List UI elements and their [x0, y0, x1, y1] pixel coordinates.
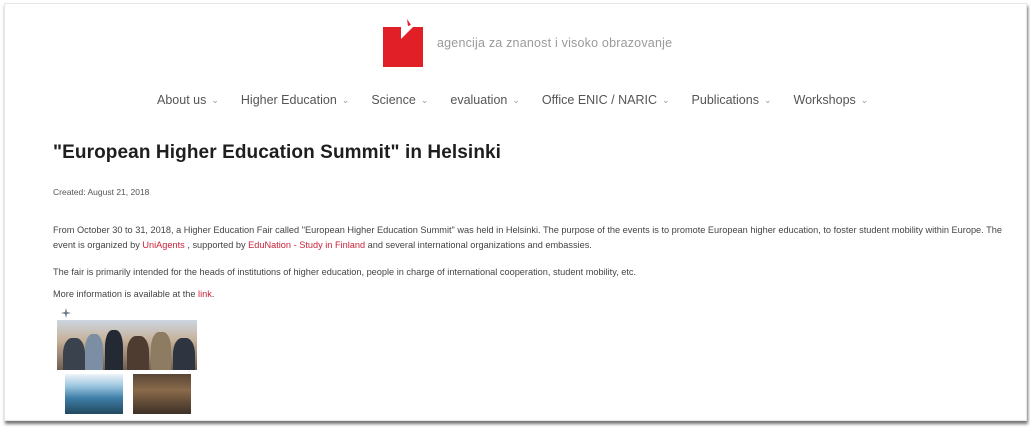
chevron-down-icon: ⌄ [211, 94, 219, 105]
nav-item-label: Workshops [793, 93, 856, 107]
nav-item-higher-education[interactable]: Higher Education ⌄ [241, 93, 349, 107]
paragraph-text: , supported by [184, 240, 249, 250]
nav-item-label: Publications [691, 93, 759, 107]
chevron-down-icon: ⌄ [512, 94, 520, 105]
person-shape [85, 334, 103, 370]
brand-name[interactable]: agencija za znanost i visoko obrazovanje [437, 36, 672, 50]
nav-item-office-enic-naric[interactable]: Office ENIC / NARIC ⌄ [542, 93, 670, 107]
agency-logo-icon[interactable] [383, 19, 423, 67]
paragraph-text: More information is available at the [53, 289, 199, 299]
event-logo-icon [61, 308, 71, 318]
chevron-down-icon: ⌄ [860, 94, 869, 105]
nav-item-label: About us [157, 93, 207, 107]
nav-item-label: Office ENIC / NARIC [541, 93, 657, 107]
more-info-link[interactable]: link [198, 289, 212, 299]
chevron-down-icon: ⌄ [420, 94, 429, 105]
chevron-down-icon: ⌄ [662, 94, 670, 105]
chevron-down-icon: ⌄ [763, 94, 772, 105]
chevron-down-icon: ⌄ [341, 94, 350, 105]
nav-item-publications[interactable]: Publications ⌄ [692, 93, 772, 107]
article-paragraph-1: From October 30 to 31, 2018, a Higher Ed… [53, 223, 1013, 253]
person-shape [127, 336, 149, 370]
person-shape [151, 332, 171, 370]
nav-item-about-us[interactable]: About us ⌄ [157, 93, 219, 107]
nav-item-label: evaluation [450, 93, 508, 107]
person-shape [105, 330, 123, 370]
uniagents-link[interactable]: UniAgents [142, 240, 184, 250]
nav-item-label: Science [371, 93, 416, 107]
event-photo[interactable] [57, 320, 197, 370]
event-thumbnail-1[interactable] [65, 374, 123, 414]
page-title: "European Higher Education Summit" in He… [53, 142, 502, 163]
event-thumbnail-2[interactable] [133, 374, 191, 414]
edunation-link[interactable]: EduNation - Study in Finland [248, 240, 365, 250]
main-nav: About us ⌄ Higher Education ⌄ Science ⌄ … [157, 93, 890, 107]
article-paragraph-2: The fair is primarily intended for the h… [53, 267, 637, 277]
nav-item-evaluation[interactable]: evaluation ⌄ [450, 93, 520, 107]
site-header: agencija za znanost i visoko obrazovanje [383, 18, 672, 68]
person-shape [173, 338, 195, 370]
nav-item-workshops[interactable]: Workshops ⌄ [794, 93, 869, 107]
nav-item-label: Higher Education [240, 93, 337, 107]
paragraph-text: . [211, 289, 215, 299]
page-frame: agencija za znanost i visoko obrazovanje… [4, 3, 1027, 421]
article-paragraph-3: More information is available at the lin… [53, 287, 1013, 302]
photo-caption [61, 308, 71, 318]
created-date: Created: August 21, 2018 [53, 187, 150, 197]
nav-item-science[interactable]: Science ⌄ [371, 93, 428, 107]
person-shape [63, 338, 85, 370]
paragraph-text: and several international organizations … [365, 240, 592, 250]
